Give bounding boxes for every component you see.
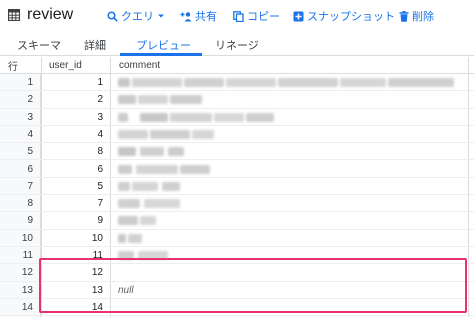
redacted-text (118, 129, 148, 139)
redacted-text (140, 216, 156, 226)
header-rownum: 行 (8, 62, 18, 73)
table-row: 11 (0, 74, 474, 92)
table-row: 66 (0, 161, 474, 178)
row-number-cell: 7 (27, 180, 33, 192)
header-user-id[interactable]: user_id (49, 57, 82, 74)
row-number-cell: 12 (21, 267, 33, 279)
copy-button[interactable]: コピー (233, 8, 280, 24)
redacted-text (118, 233, 126, 243)
tab-lineage[interactable]: リネージ (215, 37, 259, 53)
user-id-cell[interactable]: 1 (42, 77, 103, 88)
table-title: review (27, 6, 74, 23)
table-row: 22 (0, 91, 474, 109)
delete-button[interactable]: 削除 (399, 8, 434, 24)
row-number-cell: 9 (27, 215, 33, 227)
row-number-cell: 8 (27, 198, 33, 210)
redacted-text (246, 112, 274, 122)
toolbar: review クエリ 共有 コピー スナップショット 削除 (0, 0, 474, 32)
caret-down-icon (158, 14, 164, 18)
user-id-cell[interactable]: 7 (42, 198, 103, 209)
redacted-text (118, 112, 128, 122)
user-id-cell[interactable]: 4 (42, 129, 103, 140)
redacted-text (118, 216, 138, 226)
copy-label: コピー (247, 11, 280, 23)
user-id-cell[interactable]: 6 (42, 164, 103, 175)
redacted-text (226, 78, 276, 87)
table-row: 10 10 (0, 230, 474, 247)
row-number-cell: 6 (27, 163, 33, 175)
snapshot-icon (293, 11, 304, 21)
user-id-cell[interactable]: 10 (42, 233, 103, 244)
redacted-text (118, 181, 130, 191)
redacted-text (118, 199, 140, 209)
redacted-text (170, 95, 202, 105)
user-id-cell[interactable]: 9 (42, 215, 103, 226)
share-label: 共有 (195, 11, 217, 23)
redacted-text (118, 147, 136, 157)
header-comment[interactable]: comment (119, 57, 160, 74)
redacted-text (170, 112, 212, 122)
redacted-text (168, 147, 184, 157)
redacted-text (132, 78, 182, 87)
row-number-cell: 3 (27, 111, 33, 123)
table-row: 33 (0, 109, 474, 126)
user-id-cell[interactable]: 3 (42, 112, 103, 123)
query-label: クエリ (121, 11, 154, 23)
redacted-text (144, 199, 180, 209)
table-row: 87 (0, 195, 474, 213)
row-number-cell: 13 (21, 284, 33, 296)
row-number-cell: 11 (22, 250, 33, 261)
redacted-text (138, 95, 168, 105)
redacted-text (340, 78, 386, 87)
redacted-text (388, 78, 454, 87)
user-id-cell[interactable]: 8 (42, 146, 103, 157)
trash-icon (399, 10, 409, 22)
row-number-cell: 4 (27, 128, 33, 140)
row-number-cell: 5 (27, 146, 33, 158)
table-row: 75 (0, 178, 474, 196)
table-row: 99 (0, 212, 474, 230)
tab-preview[interactable]: プレビュー (136, 37, 191, 53)
redacted-text (184, 78, 224, 87)
user-id-cell[interactable]: 5 (42, 181, 103, 192)
row-number-cell: 10 (21, 232, 33, 244)
query-button[interactable]: クエリ (107, 8, 165, 24)
tab-bar: スキーマ 詳細 プレビュー リネージ (0, 32, 474, 56)
active-tab-indicator (120, 53, 202, 56)
row-number-cell: 14 (21, 301, 33, 313)
redacted-text (214, 112, 244, 122)
user-id-cell[interactable]: 2 (42, 94, 103, 105)
redacted-text (118, 164, 132, 174)
tab-schema[interactable]: スキーマ (17, 37, 61, 53)
table-icon (8, 9, 20, 21)
delete-label: 削除 (412, 11, 434, 23)
table-row: 44 (0, 126, 474, 144)
redacted-text (128, 233, 142, 243)
redacted-text (192, 129, 214, 139)
search-icon (107, 10, 118, 22)
tab-details[interactable]: 詳細 (84, 37, 106, 53)
redacted-text (278, 78, 338, 87)
redacted-text (118, 78, 130, 87)
redacted-text (180, 164, 210, 174)
redacted-text (140, 147, 164, 157)
redacted-text (132, 181, 158, 191)
redacted-text (136, 164, 178, 174)
row-number-cell: 2 (27, 94, 33, 106)
redacted-text (140, 112, 168, 122)
snapshot-button[interactable]: スナップショット (293, 8, 395, 24)
copy-icon (233, 10, 244, 22)
snapshot-label: スナップショット (307, 11, 395, 23)
share-button[interactable]: 共有 (180, 8, 217, 24)
table-row: 58 (0, 143, 474, 161)
highlight-box (39, 258, 467, 313)
row-number-cell: 1 (27, 77, 33, 88)
redacted-text (150, 129, 190, 139)
person-add-icon (180, 11, 192, 21)
redacted-text (162, 181, 180, 191)
redacted-text (118, 95, 136, 105)
